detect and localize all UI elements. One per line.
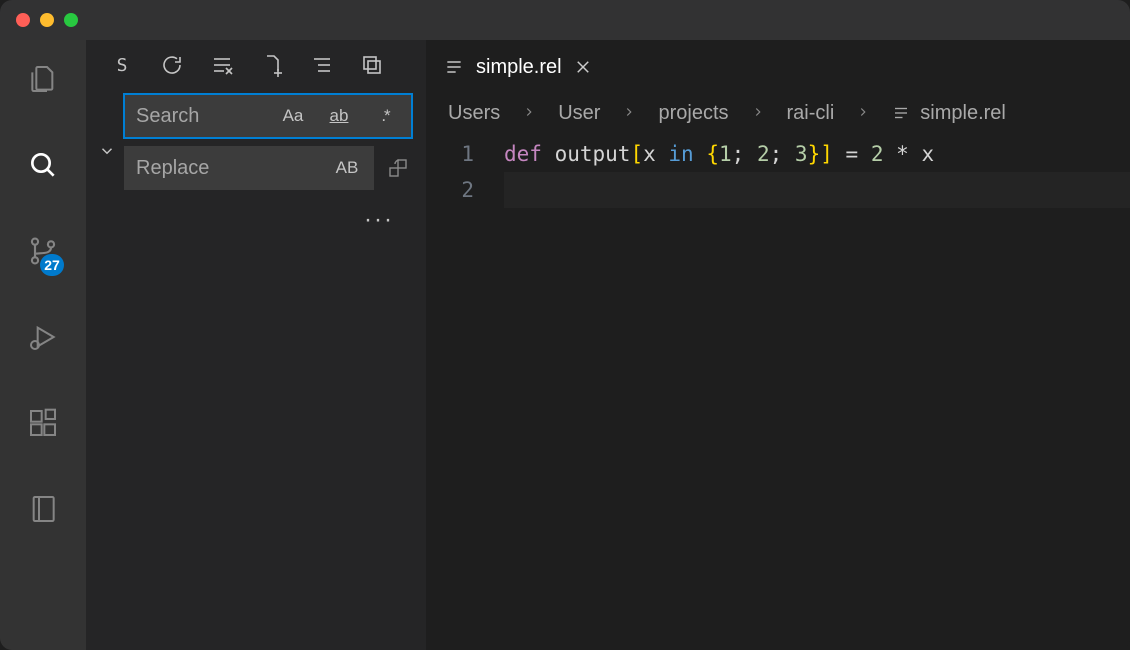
preserve-case-icon[interactable]: AB (332, 158, 362, 178)
line-gutter: 1 2 (426, 136, 504, 650)
current-line-highlight (504, 172, 1130, 208)
scm-badge: 27 (40, 254, 64, 276)
code-line-1[interactable]: def output[x in {1; 2; 3}] = 2 * x (504, 136, 1130, 172)
expand-all-icon[interactable] (310, 53, 334, 77)
tab-title: simple.rel (476, 56, 562, 79)
close-icon (574, 58, 592, 76)
replace-input[interactable]: Replace AB (124, 146, 374, 190)
code-editor[interactable]: 1 2 def output[x in {1; 2; 3}] = 2 * x (426, 132, 1130, 650)
file-code-icon (444, 57, 464, 77)
new-search-editor-icon[interactable] (260, 53, 284, 77)
activity-bar: 27 (0, 40, 86, 650)
match-whole-word-icon[interactable]: ab (324, 106, 354, 126)
crumb-file-label: simple.rel (920, 102, 1006, 125)
tab-close-button[interactable] (574, 58, 592, 76)
chevron-right-icon (522, 102, 536, 125)
search-activity[interactable] (22, 144, 64, 186)
line-number: 2 (426, 172, 474, 208)
notebook-activity[interactable] (22, 488, 64, 530)
editor-tabs: simple.rel (426, 40, 1130, 94)
tab-simple-rel[interactable]: simple.rel (426, 40, 610, 94)
debug-activity[interactable] (22, 316, 64, 358)
chevron-right-icon (751, 102, 765, 125)
titlebar[interactable] (0, 0, 1130, 40)
use-regex-icon[interactable]: .* (370, 106, 400, 126)
vscode-window: 27 S (0, 0, 1130, 650)
toggle-replace-chevron[interactable] (96, 94, 118, 234)
refresh-icon[interactable] (160, 53, 184, 77)
files-icon (27, 63, 59, 95)
notebook-icon (27, 493, 59, 525)
search-input[interactable]: Search Aa ab .* (124, 94, 412, 138)
search-toolbar: S (86, 40, 426, 90)
breadcrumbs[interactable]: Users User projects rai-cli simple.rel (426, 94, 1130, 132)
extensions-icon (27, 407, 59, 439)
minimize-window-icon[interactable] (40, 13, 54, 27)
chevron-down-icon (98, 142, 116, 160)
search-body: Search Aa ab .* Replace AB (86, 90, 426, 234)
zoom-window-icon[interactable] (64, 13, 78, 27)
line-number: 1 (426, 136, 474, 172)
crumb-user[interactable]: User (558, 102, 600, 125)
replace-all-button[interactable] (384, 146, 412, 190)
crumb-file[interactable]: simple.rel (892, 102, 1006, 125)
search-placeholder: Search (136, 105, 262, 128)
match-case-icon[interactable]: Aa (278, 106, 308, 126)
search-sidebar: S Search Aa ab .* (86, 40, 426, 650)
toggle-search-details[interactable]: ··· (364, 198, 412, 234)
collapse-all-icon[interactable] (360, 53, 384, 77)
crumb-projects[interactable]: projects (658, 102, 728, 125)
chevron-right-icon (856, 102, 870, 125)
explorer-activity[interactable] (22, 58, 64, 100)
run-debug-icon (27, 321, 59, 353)
save-search-icon[interactable]: S (110, 53, 134, 77)
crumb-users[interactable]: Users (448, 102, 500, 125)
crumb-rai-cli[interactable]: rai-cli (787, 102, 835, 125)
code-lines[interactable]: def output[x in {1; 2; 3}] = 2 * x (504, 136, 1130, 650)
editor-area: simple.rel Users User projects rai-cli s… (426, 40, 1130, 650)
clear-results-icon[interactable] (210, 53, 234, 77)
source-control-activity[interactable]: 27 (22, 230, 64, 272)
file-code-icon (892, 104, 910, 122)
workbench-body: 27 S (0, 40, 1130, 650)
replace-placeholder: Replace (136, 157, 316, 180)
traffic-lights (16, 13, 78, 27)
search-icon (27, 149, 59, 181)
chevron-right-icon (622, 102, 636, 125)
close-window-icon[interactable] (16, 13, 30, 27)
extensions-activity[interactable] (22, 402, 64, 444)
replace-all-icon (386, 156, 410, 180)
